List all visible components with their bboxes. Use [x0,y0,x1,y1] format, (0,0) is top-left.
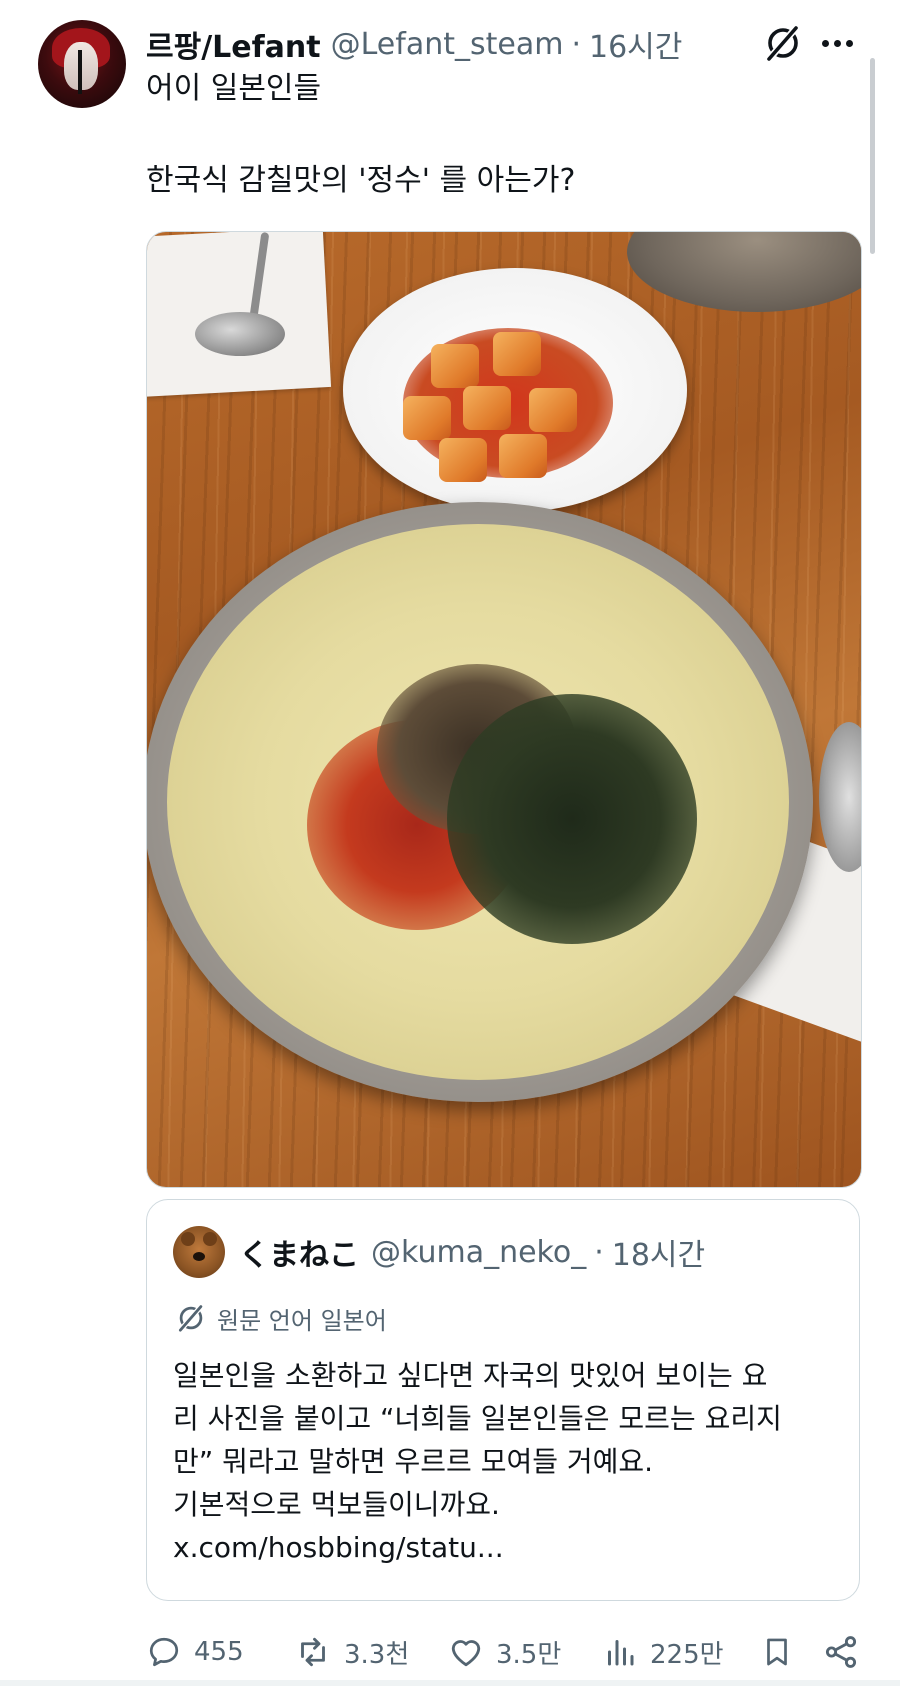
avatar-ear [203,1232,217,1246]
photo-radish-cube [529,388,577,432]
views-button[interactable]: 225만 [602,1630,724,1674]
repost-icon [301,1637,325,1667]
more-dot [834,39,841,47]
avatar-face-paint [78,50,82,94]
more-dot [846,39,853,47]
tweet-header: 르팡/Lefant @Lefant_steam · 16시간 [146,22,682,66]
photo-radish-cube [463,386,511,430]
photo-soup [167,524,789,1080]
quoted-author-handle[interactable]: @kuma_neko_ [371,1235,586,1270]
photo-spoon [195,312,285,356]
translation-note[interactable]: 원문 언어 일본어 [175,1300,387,1336]
like-count: 3.5만 [496,1639,562,1670]
photo-radish-cube [431,344,479,388]
more-icon[interactable] [822,30,862,56]
quoted-body-line: 리 사진을 붙이고 “너희들 일본인들은 모르는 요리지 [173,1402,782,1435]
share-icon[interactable] [822,1630,860,1674]
photo-radish-cube [499,434,547,478]
quoted-body: 일본인을 소환하고 싶다면 자국의 맛있어 보이는 요 리 사진을 붙이고 “너… [173,1354,782,1569]
repost-button[interactable]: 3.3천 [294,1630,409,1674]
reply-count: 455 [194,1637,244,1667]
scrollbar[interactable] [870,58,875,254]
reply-button[interactable]: 455 [146,1630,244,1674]
quoted-tweet[interactable]: くまねこ @kuma_neko_ · 18시간 원문 언어 일본어 일본인을 소… [146,1199,860,1601]
photo-radish-cube [403,396,451,440]
tweet-time[interactable]: 16시간 [589,22,682,66]
quoted-link[interactable]: x.com/hosbbing/statu... [173,1526,782,1569]
quoted-author-name[interactable]: くまねこ [239,1230,359,1274]
photo-radish-cube [493,332,541,376]
tweet-text-line: 한국식 감칠맛의 '정수' 를 아는가? [146,163,576,198]
more-dot [822,39,829,47]
author-avatar[interactable] [38,20,126,108]
grok-slash-icon [178,1305,203,1332]
separator-dot: · [571,26,581,62]
photo-seaweed [447,694,697,944]
quoted-header: くまねこ @kuma_neko_ · 18시간 [239,1228,705,1276]
quoted-body-line: 만” 뭐라고 말하면 우르르 모여들 거예요. [173,1445,654,1478]
photo-bowl [147,502,813,1102]
photo-pot [627,232,861,312]
views-count: 225만 [650,1639,724,1670]
author-handle[interactable]: @Lefant_steam [331,27,564,62]
quoted-body-line: 기본적으로 먹보들이니까요. [173,1488,500,1521]
action-bar: 455 3.3천 3.5만 225만 [146,1630,866,1674]
translation-note-text: 원문 언어 일본어 [217,1306,387,1335]
like-button[interactable]: 3.5만 [448,1630,561,1674]
photo-radish-cube [439,438,487,482]
heart-icon [451,1640,481,1667]
quoted-body-line: 일본인을 소환하고 싶다면 자국의 맛있어 보이는 요 [173,1359,768,1392]
avatar-nose [193,1252,205,1261]
quoted-time[interactable]: 18시간 [612,1230,705,1274]
reply-icon [149,1637,179,1667]
bookmark-icon[interactable] [760,1630,794,1674]
repost-count: 3.3천 [344,1639,410,1670]
divider [0,1680,900,1686]
quoted-author-avatar[interactable] [173,1226,225,1278]
author-name[interactable]: 르팡/Lefant [146,22,321,66]
tweet-photo[interactable] [146,231,862,1188]
avatar-ear [181,1232,195,1246]
tweet-text-line: 어이 일본인들 [146,71,322,106]
separator-dot: · [594,1234,604,1270]
grok-slash-icon[interactable] [762,22,804,64]
views-icon [608,1640,634,1666]
photo-side-dish [343,268,687,512]
